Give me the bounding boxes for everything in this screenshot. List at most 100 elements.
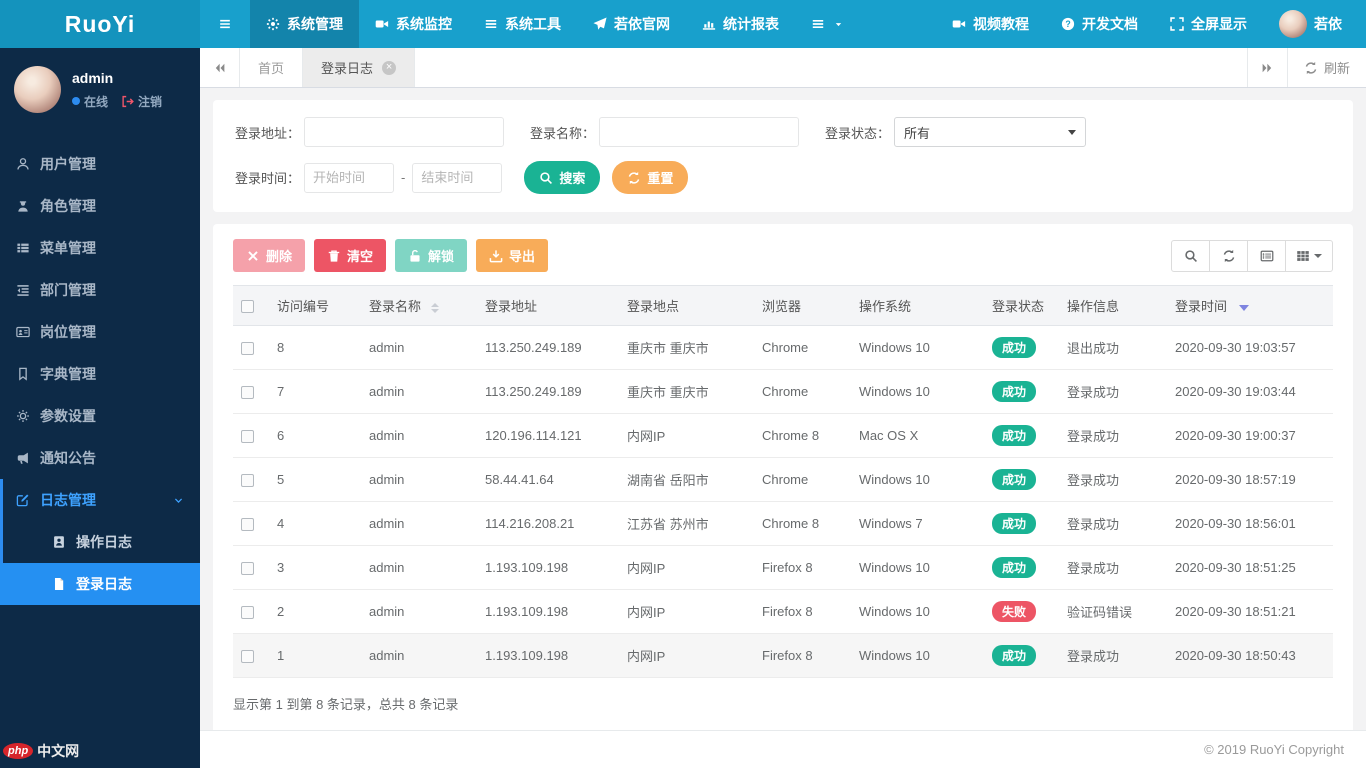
search-button[interactable]: 搜索 — [524, 161, 601, 194]
php-cn-watermark: php 中文网 — [3, 741, 79, 761]
tabs-scroll-right-button[interactable] — [1246, 48, 1287, 87]
nav-item-system-manage[interactable]: 系统管理 — [250, 0, 359, 48]
columns-icon — [1296, 249, 1310, 263]
tabs-scroll-left-button[interactable] — [200, 48, 240, 87]
nav-item-fullscreen[interactable]: 全屏显示 — [1154, 0, 1263, 48]
sidebar-item-users[interactable]: 用户管理 — [0, 143, 200, 185]
row-checkbox[interactable] — [241, 518, 254, 532]
forward-icon — [1260, 61, 1274, 75]
col-login-name[interactable]: 登录名称 — [361, 285, 477, 326]
start-time-input[interactable] — [304, 162, 395, 193]
sidebar-item-depts[interactable]: 部门管理 — [0, 269, 200, 311]
cell-message: 退出成功 — [1059, 325, 1167, 370]
sidebar-item-posts[interactable]: 岗位管理 — [0, 311, 200, 353]
reset-button[interactable]: 重置 — [612, 161, 689, 194]
tab-home[interactable]: 首页 — [240, 48, 304, 87]
cell-login-name: admin — [361, 325, 477, 370]
sidebar-item-loginlog[interactable]: 登录日志 — [0, 563, 200, 605]
nav-item-ruoyi-site[interactable]: 若依官网 — [577, 0, 686, 48]
online-status-label: 在线 — [84, 94, 109, 109]
cell-browser: Chrome — [754, 457, 851, 502]
row-checkbox[interactable] — [241, 650, 254, 664]
nav-item-dev-docs[interactable]: ? 开发文档 — [1045, 0, 1154, 48]
cell-login-name: admin — [361, 457, 477, 502]
tab-login-log[interactable]: 登录日志 — [303, 48, 416, 87]
notice-icon — [16, 451, 30, 465]
refresh-table-button[interactable] — [1209, 239, 1248, 272]
video-icon — [375, 17, 389, 31]
logout-link[interactable]: 注销 — [121, 93, 162, 110]
cell-os: Mac OS X — [851, 413, 984, 458]
cell-login-address: 120.196.114.121 — [477, 413, 619, 458]
cell-login-name: admin — [361, 369, 477, 414]
sidebar-item-operlog[interactable]: 操作日志 — [0, 521, 200, 563]
sidebar-item-logs[interactable]: 日志管理 — [0, 479, 200, 521]
cell-browser: Firefox 8 — [754, 589, 851, 634]
cell-time: 2020-09-30 19:03:44 — [1167, 369, 1333, 414]
detail-view-icon — [1260, 249, 1274, 263]
toggle-detail-view-button[interactable] — [1247, 239, 1286, 272]
login-status-label: 登录状态： — [825, 125, 891, 141]
nav-item-system-tools[interactable]: 系统工具 — [468, 0, 577, 48]
show-search-button[interactable] — [1171, 239, 1210, 272]
row-checkbox[interactable] — [241, 342, 254, 356]
nav-item-stats-report[interactable]: 统计报表 — [686, 0, 795, 48]
sidebar-toggle-button[interactable] — [200, 0, 250, 48]
x-icon — [246, 249, 260, 263]
user-avatar[interactable] — [14, 66, 61, 113]
cell-message: 登录成功 — [1059, 545, 1167, 590]
status-badge: 成功 — [992, 469, 1037, 490]
table-row: 3 admin 1.193.109.198 内网IP Firefox 8 Win… — [233, 545, 1333, 590]
cell-visit-id: 6 — [269, 413, 361, 458]
navbar-right-menu: 视频教程? 开发文档 全屏显示 若依 — [936, 0, 1366, 48]
nav-item-more-menus[interactable] — [795, 0, 859, 48]
row-checkbox[interactable] — [241, 474, 254, 488]
select-all-checkbox[interactable] — [241, 300, 254, 314]
login-status-select[interactable]: 所有 — [894, 117, 1087, 147]
cell-time: 2020-09-30 18:57:19 — [1167, 457, 1333, 502]
cell-time: 2020-09-30 19:00:37 — [1167, 413, 1333, 458]
table-row: 2 admin 1.193.109.198 内网IP Firefox 8 Win… — [233, 589, 1333, 634]
cell-browser: Firefox 8 — [754, 633, 851, 678]
nav-item-video-tutorial[interactable]: 视频教程 — [936, 0, 1045, 48]
sidebar: admin 在线 注销 用户管理 角色管理 菜单管理 部门管理 岗位管理 字典管理 参数设置… — [0, 48, 200, 768]
list-icon — [484, 17, 498, 31]
col-browser: 浏览器 — [754, 285, 851, 326]
status-badge: 成功 — [992, 337, 1037, 358]
hamburger-icon — [218, 17, 232, 31]
col-login-time[interactable]: 登录时间 — [1167, 285, 1333, 326]
end-time-input[interactable] — [412, 162, 503, 193]
status-badge: 成功 — [992, 645, 1037, 666]
unlock-button[interactable]: 解锁 — [395, 239, 468, 272]
cell-os: Windows 10 — [851, 633, 984, 678]
cell-time: 2020-09-30 18:56:01 — [1167, 501, 1333, 546]
app-logo[interactable]: RuoYi — [0, 0, 200, 48]
nav-item-system-monitor[interactable]: 系统监控 — [359, 0, 468, 48]
cell-os: Windows 10 — [851, 589, 984, 634]
refresh-tab-button[interactable]: 刷新 — [1286, 48, 1366, 87]
sidebar-item-menus[interactable]: 菜单管理 — [0, 227, 200, 269]
sidebar-item-dicts[interactable]: 字典管理 — [0, 353, 200, 395]
navbar-user[interactable]: 若依 — [1263, 0, 1358, 48]
columns-dropdown-button[interactable] — [1285, 239, 1333, 272]
cell-message: 登录成功 — [1059, 633, 1167, 678]
login-address-input[interactable] — [304, 117, 505, 147]
row-checkbox[interactable] — [241, 386, 254, 400]
close-icon[interactable] — [382, 60, 397, 75]
cell-visit-id: 2 — [269, 589, 361, 634]
row-checkbox[interactable] — [241, 430, 254, 444]
sidebar-item-params[interactable]: 参数设置 — [0, 395, 200, 437]
row-checkbox[interactable] — [241, 606, 254, 620]
login-name-input[interactable] — [599, 117, 800, 147]
login-log-panel: 删除 清空 解锁 导出 访问编号 登录名称 登录地址 登录地点 浏览器 操作系统… — [213, 224, 1353, 730]
delete-button[interactable]: 删除 — [233, 239, 306, 272]
clean-button[interactable]: 清空 — [314, 239, 387, 272]
cell-login-location: 江苏省 苏州市 — [619, 501, 754, 546]
search-icon — [539, 171, 553, 185]
export-button[interactable]: 导出 — [476, 239, 549, 272]
sidebar-item-roles[interactable]: 角色管理 — [0, 185, 200, 227]
status-badge: 成功 — [992, 513, 1037, 534]
cell-visit-id: 7 — [269, 369, 361, 414]
row-checkbox[interactable] — [241, 562, 254, 576]
sidebar-item-notices[interactable]: 通知公告 — [0, 437, 200, 479]
